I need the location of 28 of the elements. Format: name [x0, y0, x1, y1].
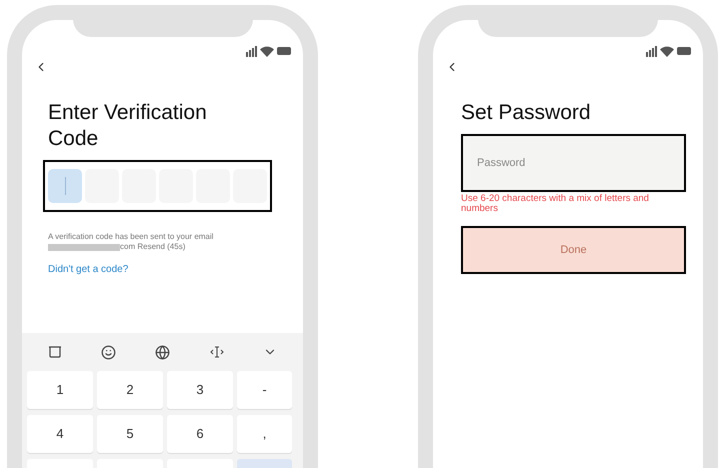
battery-icon [277, 47, 291, 55]
keyboard-key[interactable]: 4 [27, 415, 93, 453]
keyboard-key[interactable]: 6 [167, 415, 233, 453]
keyboard-key[interactable]: 5 [97, 415, 163, 453]
code-digit-box[interactable] [48, 169, 82, 203]
help-link[interactable]: Didn't get a code? [48, 262, 277, 277]
globe-icon[interactable] [155, 344, 170, 360]
signal-icon [646, 46, 657, 56]
keyboard-key[interactable]: 3 [167, 371, 233, 409]
screen-title: Enter Verification Code [48, 100, 208, 152]
screen-title: Set Password [461, 100, 592, 126]
password-hint: Use 6-20 characters with a mix of letters and numbers [461, 194, 650, 214]
password-field[interactable]: Password [461, 134, 686, 192]
text-cursor [64, 177, 66, 195]
cursor-move-icon[interactable] [210, 346, 224, 358]
wifi-icon [260, 46, 274, 56]
resend-countdown: com Resend (45s) [120, 242, 186, 252]
wifi-icon [660, 46, 674, 56]
keyboard-key[interactable]: 1 [27, 371, 93, 409]
blurred-email [48, 244, 120, 250]
code-input[interactable] [43, 160, 272, 212]
battery-icon [677, 47, 691, 55]
sent-message: A verification code has been sent to your email [48, 232, 214, 242]
emoji-icon[interactable] [101, 344, 116, 360]
keyboard-key[interactable]: - [237, 371, 292, 409]
signal-icon [246, 46, 257, 56]
keyboard-key[interactable]: , [237, 415, 292, 453]
keyboard-key[interactable]: 2 [97, 371, 163, 409]
